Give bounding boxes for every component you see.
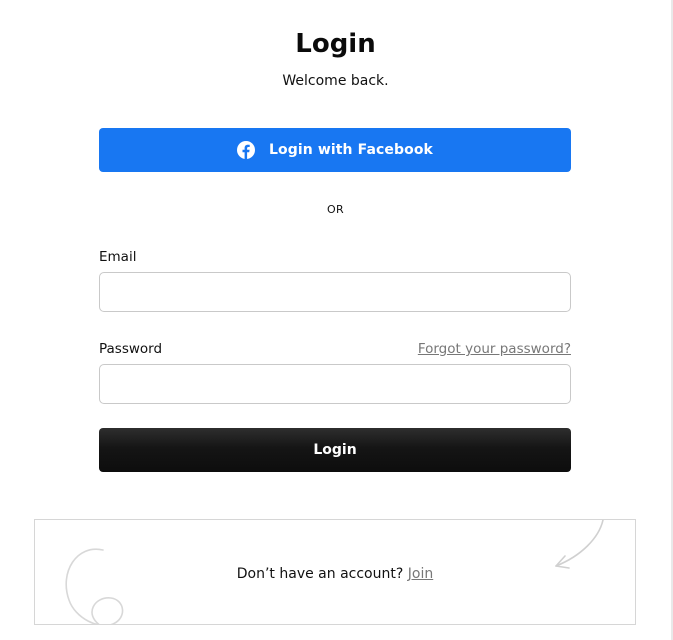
or-divider: OR (327, 203, 344, 216)
forgot-password-link[interactable]: Forgot your password? (418, 340, 571, 358)
signup-prompt: Don’t have an account? (236, 566, 404, 582)
facebook-button-label: Login with Facebook (269, 142, 433, 158)
facebook-icon (237, 141, 256, 159)
signup-panel: Don’t have an account? Join (34, 519, 636, 625)
page-title: Login (295, 29, 376, 59)
page-subtitle: Welcome back. (282, 73, 389, 89)
login-with-facebook-button[interactable]: Login with Facebook (99, 128, 571, 172)
email-field[interactable] (99, 272, 571, 312)
password-field[interactable] (99, 364, 571, 404)
password-label: Password (99, 341, 163, 357)
login-button[interactable]: Login (99, 428, 571, 472)
signup-prompt-row: Don’t have an account? Join (35, 564, 635, 584)
join-link[interactable]: Join (408, 566, 433, 582)
email-label: Email (99, 249, 137, 265)
